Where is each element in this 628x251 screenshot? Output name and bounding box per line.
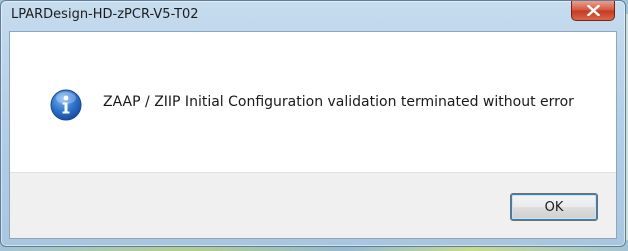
close-button[interactable] xyxy=(571,1,615,21)
button-footer: OK xyxy=(10,172,616,238)
window-title: LPARDesign-HD-zPCR-V5-T02 xyxy=(11,7,199,22)
title-bar[interactable]: LPARDesign-HD-zPCR-V5-T02 xyxy=(1,1,625,29)
message-text: ZAAP / ZIIP Initial Configuration valida… xyxy=(103,94,574,110)
ok-button[interactable]: OK xyxy=(510,193,598,221)
dialog-client-area: ZAAP / ZIIP Initial Configuration valida… xyxy=(9,31,617,239)
info-icon xyxy=(50,89,82,121)
close-icon xyxy=(587,5,600,16)
message-dialog: LPARDesign-HD-zPCR-V5-T02 ZAAP / ZIIP In… xyxy=(0,0,626,247)
message-area: ZAAP / ZIIP Initial Configuration valida… xyxy=(10,32,616,172)
